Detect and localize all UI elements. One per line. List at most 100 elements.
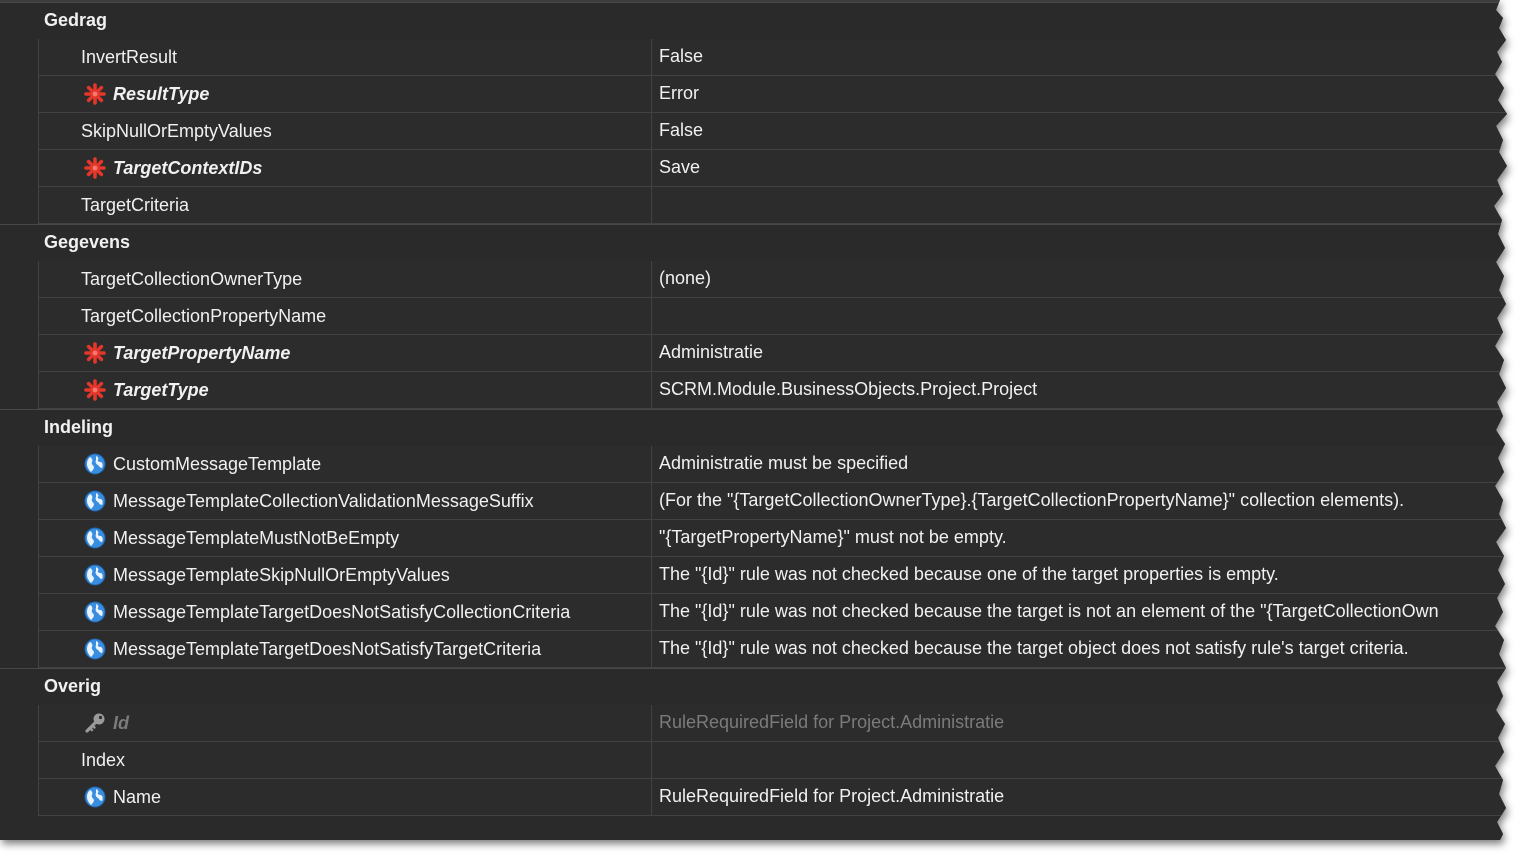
property-row-notsatisfycollectioncriteria[interactable]: MessageTemplateTargetDoesNotSatisfyColle… — [0, 594, 1507, 631]
property-row-mustnotbeempty[interactable]: MessageTemplateMustNotBeEmpty "{TargetPr… — [0, 520, 1507, 557]
property-row-targettype[interactable]: TargetType SCRM.Module.BusinessObjects.P… — [0, 372, 1507, 409]
property-row-targetcontextids[interactable]: TargetContextIDs Save — [0, 150, 1507, 187]
property-value[interactable]: The "{Id}" rule was not checked because … — [652, 594, 1507, 631]
row-gutter — [0, 705, 38, 742]
category-gegevens[interactable]: Gegevens — [0, 224, 1507, 261]
property-name-cell[interactable]: TargetCollectionOwnerType — [38, 261, 652, 298]
property-row-skipnulloremptyvalues-template[interactable]: MessageTemplateSkipNullOrEmptyValues The… — [0, 557, 1507, 594]
property-name-cell[interactable]: MessageTemplateTargetDoesNotSatisfyColle… — [38, 594, 652, 631]
property-row-collectionvalidationmessagesuffix[interactable]: MessageTemplateCollectionValidationMessa… — [0, 483, 1507, 520]
property-value[interactable] — [652, 187, 1507, 224]
globe-icon — [84, 527, 106, 549]
property-row-invertresult[interactable]: InvertResult False — [0, 39, 1507, 76]
property-row-targetcriteria[interactable]: TargetCriteria — [0, 187, 1507, 224]
property-name: MessageTemplateCollectionValidationMessa… — [113, 490, 534, 511]
row-gutter — [0, 483, 38, 520]
property-value-readonly: RuleRequiredField for Project.Administra… — [652, 705, 1507, 742]
property-name-cell[interactable]: Index — [38, 742, 652, 779]
property-name-cell[interactable]: TargetContextIDs — [38, 150, 652, 187]
property-row-targetcollectionpropertyname[interactable]: TargetCollectionPropertyName — [0, 298, 1507, 335]
key-icon — [84, 712, 106, 734]
property-row-targetpropertyname[interactable]: TargetPropertyName Administratie — [0, 335, 1507, 372]
property-value[interactable] — [652, 742, 1507, 779]
property-value[interactable]: (For the "{TargetCollectionOwnerType}.{T… — [652, 483, 1507, 520]
globe-icon — [84, 564, 106, 586]
globe-icon — [84, 786, 106, 808]
property-name-cell[interactable]: MessageTemplateCollectionValidationMessa… — [38, 483, 652, 520]
row-gutter — [0, 187, 38, 224]
category-label: Gegevens — [44, 232, 131, 252]
property-value[interactable]: The "{Id}" rule was not checked because … — [652, 631, 1507, 668]
property-name-cell[interactable]: MessageTemplateSkipNullOrEmptyValues — [38, 557, 652, 594]
property-name: Index — [81, 749, 126, 770]
property-row-skipnulloremptyvalues[interactable]: SkipNullOrEmptyValues False — [0, 113, 1507, 150]
property-value[interactable]: SCRM.Module.BusinessObjects.Project.Proj… — [652, 372, 1507, 409]
required-asterisk-icon — [84, 379, 106, 401]
property-name-cell[interactable]: MessageTemplateMustNotBeEmpty — [38, 520, 652, 557]
property-value[interactable]: The "{Id}" rule was not checked because … — [652, 557, 1507, 594]
property-name: ResultType — [113, 83, 210, 104]
row-gutter — [0, 742, 38, 779]
property-row-custommessagetemplate[interactable]: CustomMessageTemplate Administratie must… — [0, 446, 1507, 483]
row-gutter — [0, 150, 38, 187]
property-name: TargetCollectionPropertyName — [81, 305, 327, 326]
property-value[interactable]: "{TargetPropertyName}" must not be empty… — [652, 520, 1507, 557]
property-value[interactable] — [652, 298, 1507, 335]
property-row-name[interactable]: Name RuleRequiredField for Project.Admin… — [0, 779, 1507, 816]
property-name-cell[interactable]: InvertResult — [38, 39, 652, 76]
property-name-cell[interactable]: TargetCriteria — [38, 187, 652, 224]
property-value[interactable]: False — [652, 113, 1507, 150]
category-label: Overig — [44, 676, 102, 696]
property-name-cell[interactable]: MessageTemplateTargetDoesNotSatisfyTarge… — [38, 631, 652, 668]
property-name: TargetType — [113, 379, 209, 400]
property-name: Name — [113, 786, 162, 807]
property-name: TargetPropertyName — [113, 342, 291, 363]
property-value[interactable]: Administratie — [652, 335, 1507, 372]
category-gedrag[interactable]: Gedrag — [0, 2, 1507, 39]
row-gutter — [0, 298, 38, 335]
row-gutter — [0, 335, 38, 372]
required-asterisk-icon — [84, 157, 106, 179]
property-row-id[interactable]: Id RuleRequiredField for Project.Adminis… — [0, 705, 1507, 742]
required-asterisk-icon — [84, 342, 106, 364]
property-name-cell[interactable]: TargetCollectionPropertyName — [38, 298, 652, 335]
row-gutter — [0, 594, 38, 631]
property-value[interactable]: False — [652, 39, 1507, 76]
property-name-cell[interactable]: SkipNullOrEmptyValues — [38, 113, 652, 150]
property-name: MessageTemplateTargetDoesNotSatisfyColle… — [113, 601, 571, 622]
property-row-targetcollectionownertype[interactable]: TargetCollectionOwnerType (none) — [0, 261, 1507, 298]
property-name-cell[interactable]: ResultType — [38, 76, 652, 113]
row-gutter — [0, 446, 38, 483]
property-value[interactable]: RuleRequiredField for Project.Administra… — [652, 779, 1507, 816]
row-gutter — [0, 76, 38, 113]
property-value[interactable]: Save — [652, 150, 1507, 187]
category-label: Gedrag — [44, 10, 108, 30]
required-asterisk-icon — [84, 83, 106, 105]
property-row-index[interactable]: Index — [0, 742, 1507, 779]
property-value[interactable]: (none) — [652, 261, 1507, 298]
screenshot-frame: Gedrag InvertResult False ResultType Err… — [0, 0, 1512, 840]
category-label: Indeling — [44, 417, 113, 437]
property-value[interactable]: Administratie must be specified — [652, 446, 1507, 483]
category-overig[interactable]: Overig — [0, 668, 1507, 705]
property-name-cell[interactable]: CustomMessageTemplate — [38, 446, 652, 483]
property-name: MessageTemplateTargetDoesNotSatisfyTarge… — [113, 638, 542, 659]
property-name: MessageTemplateMustNotBeEmpty — [113, 527, 400, 548]
property-name: TargetCriteria — [81, 194, 190, 215]
property-row-resulttype[interactable]: ResultType Error — [0, 76, 1507, 113]
property-name: Id — [113, 712, 129, 733]
row-gutter — [0, 520, 38, 557]
property-name-cell[interactable]: TargetPropertyName — [38, 335, 652, 372]
property-name-cell[interactable]: Name — [38, 779, 652, 816]
property-row-notsatisfytargetcriteria[interactable]: MessageTemplateTargetDoesNotSatisfyTarge… — [0, 631, 1507, 668]
category-indeling[interactable]: Indeling — [0, 409, 1507, 446]
row-gutter — [0, 779, 38, 816]
property-name: CustomMessageTemplate — [113, 453, 322, 474]
globe-icon — [84, 453, 106, 475]
property-name-cell[interactable]: Id — [38, 705, 652, 742]
row-gutter — [0, 631, 38, 668]
property-name-cell[interactable]: TargetType — [38, 372, 652, 409]
property-value[interactable]: Error — [652, 76, 1507, 113]
property-name: InvertResult — [81, 46, 178, 67]
grid-bottom-edge — [0, 816, 1507, 840]
